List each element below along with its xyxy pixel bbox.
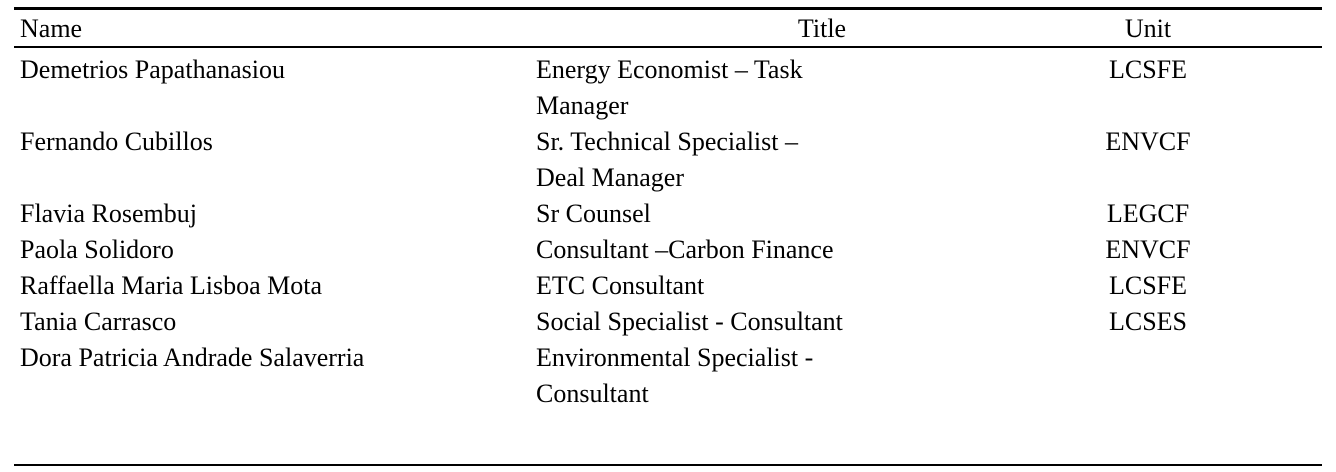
cell-title-line1: Sr. Technical Specialist – (536, 127, 798, 156)
cell-unit: ENVCF (1105, 127, 1191, 156)
cell-title-line1: Energy Economist – Task (536, 55, 803, 84)
cell-name: Paola Solidoro (20, 235, 174, 264)
table-top-rule (14, 7, 1322, 10)
table-header-rule (14, 46, 1322, 48)
table-row: Fernando Cubillos Sr. Technical Speciali… (14, 124, 1322, 196)
cell-title-line1: ETC Consultant (536, 271, 705, 300)
cell-name: Demetrios Papathanasiou (20, 55, 285, 84)
table-row: Paola Solidoro Consultant –Carbon Financ… (14, 232, 1322, 268)
header-name: Name (20, 14, 83, 43)
cell-name: Flavia Rosembuj (20, 199, 197, 228)
cell-title-line1: Social Specialist - Consultant (536, 307, 843, 336)
cell-title-line2: Consultant (536, 379, 649, 408)
cell-title-line2: Manager (536, 91, 629, 120)
header-unit: Unit (1124, 14, 1172, 43)
cell-unit: ENVCF (1105, 235, 1191, 264)
table-row: Demetrios Papathanasiou Energy Economist… (14, 52, 1322, 124)
header-title: Title (797, 14, 847, 43)
cell-title-line1: Consultant –Carbon Finance (536, 235, 834, 264)
cell-name: Dora Patricia Andrade Salaverria (20, 343, 365, 372)
cell-name: Fernando Cubillos (20, 127, 213, 156)
cell-title-line1: Environmental Specialist - (536, 343, 814, 372)
cell-title-line2: Deal Manager (536, 163, 684, 192)
table-row: Tania Carrasco Social Specialist - Consu… (14, 304, 1322, 340)
table-row: Raffaella Maria Lisboa Mota ETC Consulta… (14, 268, 1322, 304)
cell-name: Raffaella Maria Lisboa Mota (20, 271, 323, 300)
cell-unit: LCSFE (1108, 55, 1188, 84)
table-body: Demetrios Papathanasiou Energy Economist… (14, 52, 1322, 412)
table-row: Dora Patricia Andrade Salaverria Environ… (14, 340, 1322, 412)
cell-title-line1: Sr Counsel (536, 199, 651, 228)
table-row: Flavia Rosembuj Sr Counsel LEGCF (14, 196, 1322, 232)
cell-unit: LCSES (1108, 307, 1188, 336)
table-header-row: Name Title Unit (14, 11, 1322, 46)
cell-unit: LCSFE (1108, 271, 1188, 300)
cell-unit: LEGCF (1106, 199, 1190, 228)
cell-name: Tania Carrasco (20, 307, 177, 336)
table-bottom-rule (14, 464, 1322, 466)
